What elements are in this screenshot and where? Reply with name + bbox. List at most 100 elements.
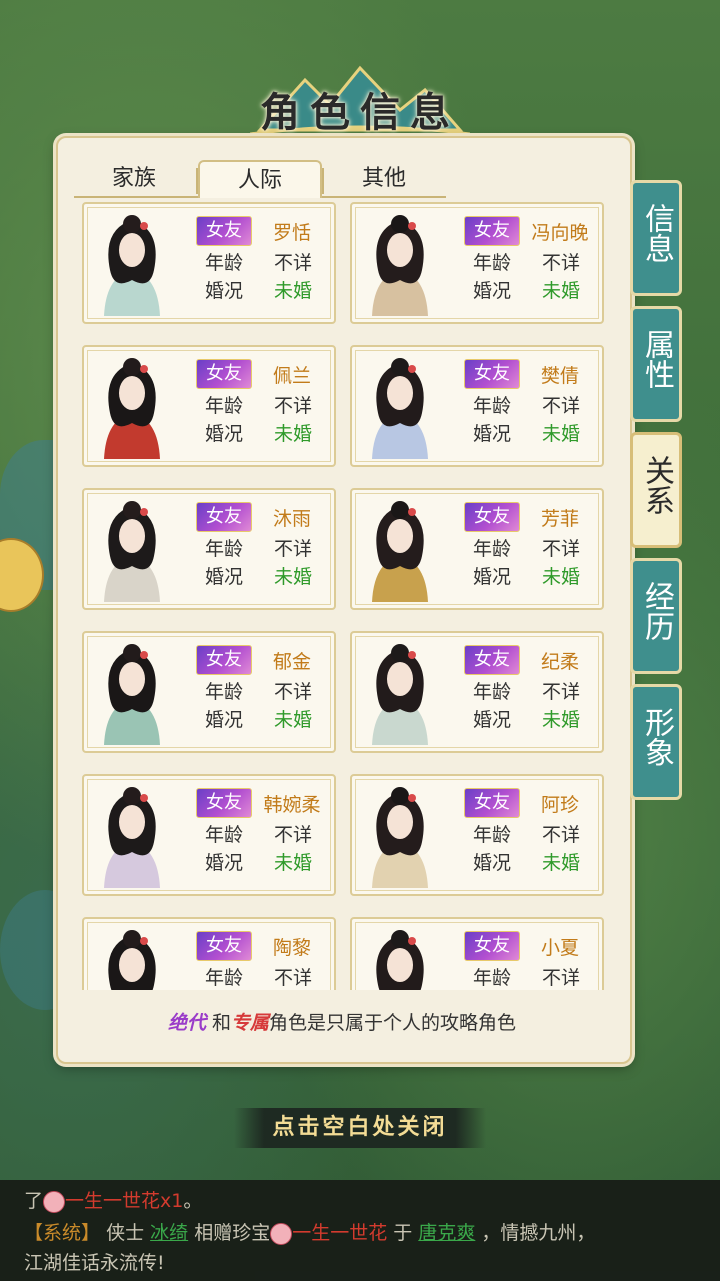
tab-other[interactable]: 其他 bbox=[324, 160, 444, 194]
marriage-label: 婚况 bbox=[472, 280, 511, 302]
girlfriend-badge: 女友 bbox=[464, 502, 520, 532]
marriage-label: 婚况 bbox=[204, 423, 243, 445]
marriage-label: 婚况 bbox=[472, 709, 511, 731]
tab-bar: 家族 人际 其他 bbox=[74, 160, 446, 198]
marriage-label: 婚况 bbox=[472, 852, 511, 874]
marriage-label: 婚况 bbox=[204, 566, 243, 588]
age-value: 不详 bbox=[273, 824, 312, 846]
close-hint[interactable]: 点击空白处关闭 bbox=[234, 1108, 486, 1148]
character-name: 佩兰 bbox=[272, 365, 311, 387]
side-tab-attributes[interactable]: 属性 bbox=[630, 306, 682, 422]
note-unique-label: 绝代 bbox=[167, 1012, 206, 1034]
age-label: 年龄 bbox=[204, 824, 243, 846]
girlfriend-badge: 女友 bbox=[196, 502, 252, 532]
character-card[interactable]: 女友 阿珍 年龄 不详 婚况 未婚 bbox=[350, 774, 604, 896]
character-portrait bbox=[360, 925, 440, 990]
character-portrait bbox=[360, 782, 440, 888]
marriage-label: 婚况 bbox=[472, 566, 511, 588]
character-card[interactable]: 女友陶黎年龄不详婚况 bbox=[82, 917, 336, 990]
character-name: 陶黎 bbox=[272, 937, 311, 959]
marriage-value: 未婚 bbox=[273, 709, 312, 731]
player-link[interactable]: 冰绮 bbox=[150, 1222, 188, 1244]
character-portrait bbox=[360, 639, 440, 745]
character-name: 沐雨 bbox=[272, 508, 311, 530]
age-label: 年龄 bbox=[204, 967, 243, 989]
character-card[interactable]: 女友 沐雨 年龄 不详 婚况 未婚 bbox=[82, 488, 336, 610]
age-label: 年龄 bbox=[472, 395, 511, 417]
character-name: 芳菲 bbox=[540, 508, 579, 530]
chat-text: 相赠珍宝 bbox=[194, 1222, 271, 1244]
character-card[interactable]: 女友 芳菲 年龄 不详 婚况 未婚 bbox=[350, 488, 604, 610]
age-label: 年龄 bbox=[472, 824, 511, 846]
chat-text: ，情撼九州， bbox=[481, 1222, 596, 1244]
girlfriend-badge: 女友 bbox=[464, 359, 520, 389]
girlfriend-badge: 女友 bbox=[464, 645, 520, 675]
age-value: 不详 bbox=[273, 967, 312, 989]
player-link[interactable]: 唐克爽 bbox=[418, 1222, 475, 1244]
marriage-value: 未婚 bbox=[541, 423, 580, 445]
chat-item: 一生一世花x1 bbox=[65, 1190, 184, 1212]
age-value: 不详 bbox=[541, 824, 580, 846]
age-value: 不详 bbox=[273, 395, 312, 417]
chat-text: 。 bbox=[183, 1190, 203, 1212]
character-card[interactable]: 女友 韩婉柔 年龄 不详 婚况 未婚 bbox=[82, 774, 336, 896]
age-label: 年龄 bbox=[472, 538, 511, 560]
side-tab-label: 属性 bbox=[639, 329, 674, 389]
girlfriend-badge: 女友 bbox=[196, 216, 252, 246]
marriage-value: 未婚 bbox=[273, 852, 312, 874]
marriage-value: 未婚 bbox=[541, 280, 580, 302]
note-text: 角色是只属于个人的攻略角色 bbox=[269, 1012, 517, 1034]
girlfriend-badge: 女友 bbox=[464, 931, 520, 961]
note-exclusive-label: 专属 bbox=[231, 1012, 270, 1034]
side-tab-info[interactable]: 信息 bbox=[630, 180, 682, 296]
system-tag: 【系统】 bbox=[24, 1222, 101, 1244]
character-portrait bbox=[92, 925, 172, 990]
tab-relations[interactable]: 人际 bbox=[198, 160, 322, 198]
side-tab-label: 信息 bbox=[639, 203, 674, 263]
character-card[interactable]: 女友 纪柔 年龄 不详 婚况 未婚 bbox=[350, 631, 604, 753]
character-name: 郁金 bbox=[272, 651, 311, 673]
character-card[interactable]: 女友 罗恬 年龄 不详 婚况 未婚 bbox=[82, 202, 336, 324]
age-value: 不详 bbox=[541, 681, 580, 703]
character-name: 小夏 bbox=[540, 937, 579, 959]
chat-line: 了一生一世花x1。 bbox=[24, 1186, 202, 1213]
character-card[interactable]: 女友 冯向晚 年龄 不详 婚况 未婚 bbox=[350, 202, 604, 324]
character-grid[interactable]: 女友 罗恬 年龄 不详 婚况 未婚 女友 冯向晚 年龄 不详 婚况 未婚 女友 佩兰 年龄 不详 婚况 未婚 女友樊… bbox=[68, 200, 616, 990]
tab-family[interactable]: 家族 bbox=[74, 160, 194, 194]
girlfriend-badge: 女友 bbox=[464, 216, 520, 246]
character-portrait bbox=[360, 353, 440, 459]
character-name: 阿珍 bbox=[540, 794, 579, 816]
age-value: 不详 bbox=[541, 538, 580, 560]
note-and: 和 bbox=[212, 1012, 232, 1034]
age-label: 年龄 bbox=[472, 967, 511, 989]
marriage-value: 未婚 bbox=[273, 280, 312, 302]
girlfriend-badge: 女友 bbox=[196, 931, 252, 961]
girlfriend-badge: 女友 bbox=[196, 788, 252, 818]
side-tab-appearance[interactable]: 形象 bbox=[630, 684, 682, 800]
marriage-value: 未婚 bbox=[541, 852, 580, 874]
side-tab-history[interactable]: 经历 bbox=[630, 558, 682, 674]
marriage-label: 婚况 bbox=[204, 709, 243, 731]
chat-log[interactable]: 了一生一世花x1。 【系统】 侠士 冰绮 相赠珍宝 一生一世花 于 唐克爽 ，情撼… bbox=[0, 1180, 720, 1281]
girlfriend-badge: 女友 bbox=[196, 359, 252, 389]
page-title: 角色信息 bbox=[260, 90, 460, 136]
marriage-label: 婚况 bbox=[472, 423, 511, 445]
chat-text: 了 bbox=[24, 1190, 44, 1212]
character-portrait bbox=[92, 782, 172, 888]
character-card[interactable]: 女友 樊倩 年龄 不详 婚况 未婚 bbox=[350, 345, 604, 467]
character-card[interactable]: 女友 郁金 年龄 不详 婚况 未婚 bbox=[82, 631, 336, 753]
age-label: 年龄 bbox=[204, 681, 243, 703]
age-label: 年龄 bbox=[204, 538, 243, 560]
side-tab-label: 关系 bbox=[639, 455, 674, 515]
character-card[interactable]: 女友 佩兰 年龄 不详 婚况 未婚 bbox=[82, 345, 336, 467]
character-card[interactable]: 女友小夏年龄不详婚况 bbox=[350, 917, 604, 990]
marriage-value: 未婚 bbox=[273, 566, 312, 588]
chat-line: 江湖佳话永流传! bbox=[24, 1252, 165, 1274]
character-portrait bbox=[92, 353, 172, 459]
chat-text: 侠士 bbox=[106, 1222, 145, 1244]
chat-text: 于 bbox=[393, 1222, 413, 1244]
character-portrait bbox=[92, 639, 172, 745]
age-value: 不详 bbox=[541, 395, 580, 417]
marriage-value: 未婚 bbox=[541, 709, 580, 731]
side-tab-relations[interactable]: 关系 bbox=[630, 432, 682, 548]
